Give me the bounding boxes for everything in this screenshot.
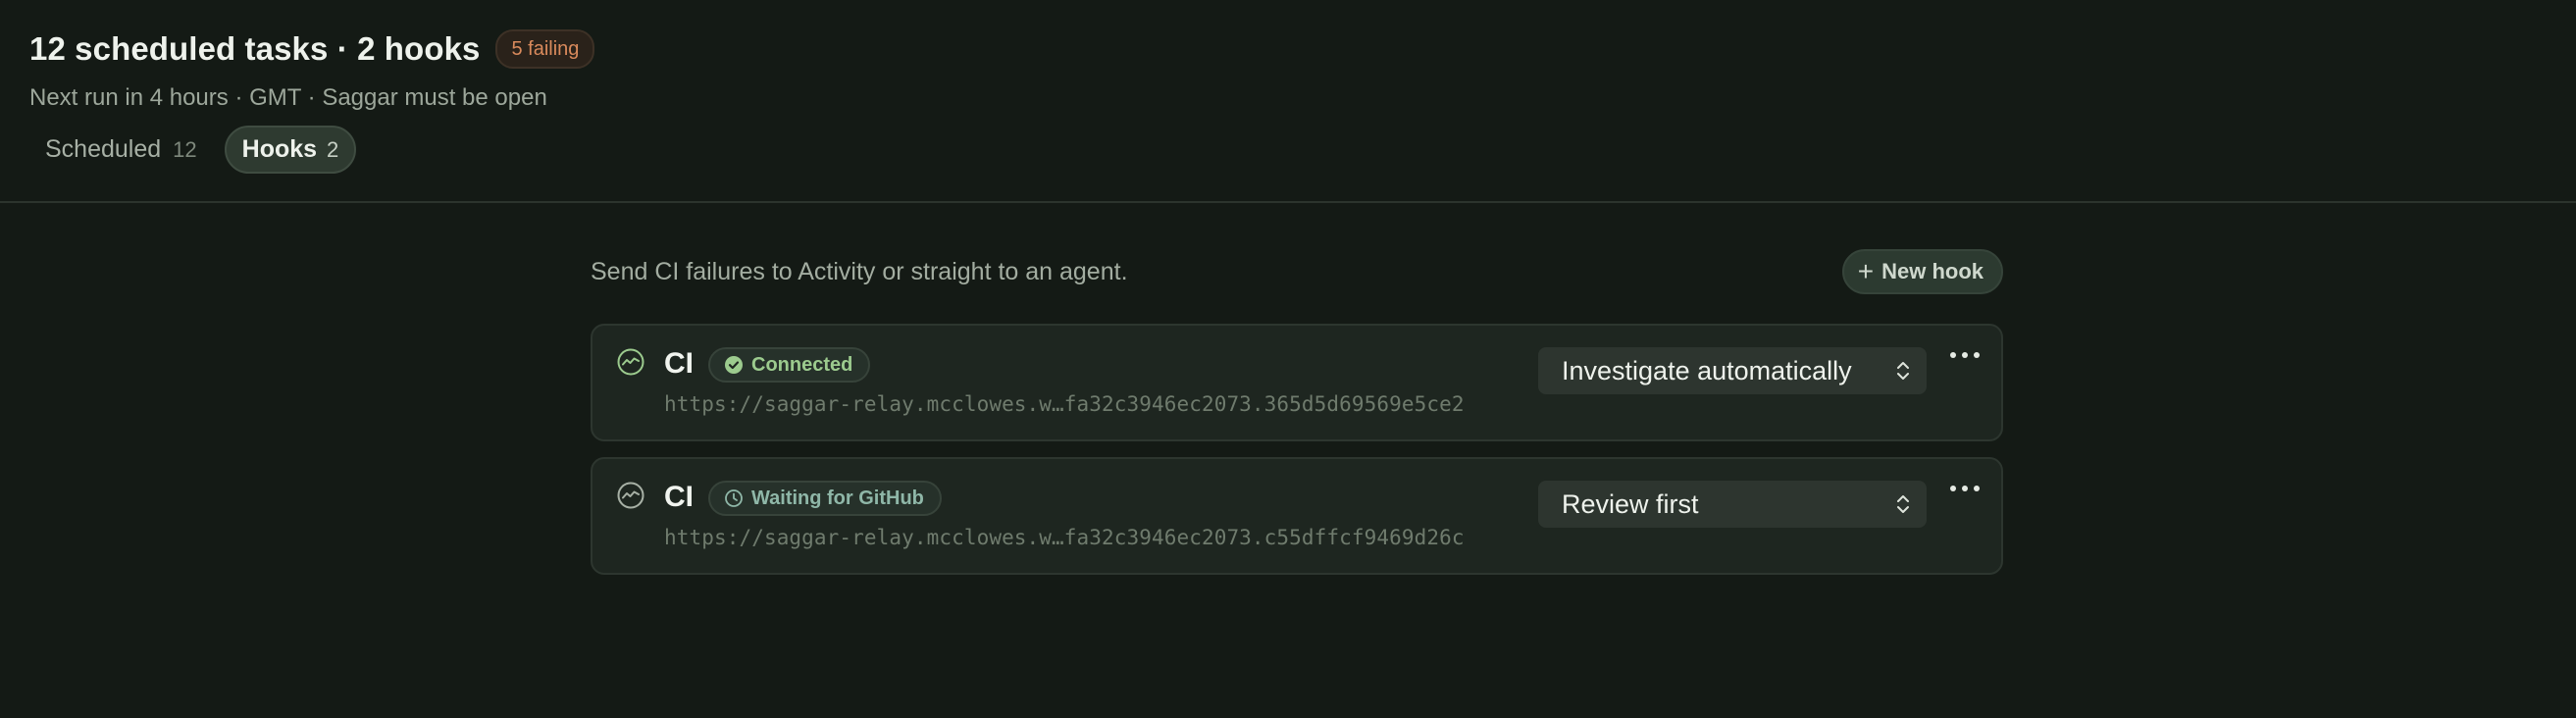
tab-label: Scheduled <box>45 135 162 163</box>
mode-select[interactable]: Review first <box>1538 481 1927 528</box>
chevron-up-down-icon <box>1897 362 1909 380</box>
mode-select[interactable]: Investigate automatically <box>1538 347 1927 394</box>
hooks-panel: Send CI failures to Activity or straight… <box>591 249 2003 575</box>
check-circle-icon <box>725 356 743 374</box>
header-divider <box>0 201 2576 203</box>
mode-select-value: Investigate automatically <box>1562 355 1852 385</box>
tab-count: 12 <box>173 136 197 162</box>
page-subtitle: Next run in 4 hours · GMT · Saggar must … <box>29 84 547 111</box>
status-label: Waiting for GitHub <box>751 487 924 509</box>
status-badge: Waiting for GitHub <box>708 481 942 516</box>
chevron-up-down-icon <box>1897 495 1909 513</box>
hook-name: CI <box>664 347 694 380</box>
hook-url[interactable]: https://saggar-relay.mcclowes.w…fa32c394… <box>664 392 1465 416</box>
hooks-description: Send CI failures to Activity or straight… <box>591 257 1128 285</box>
hook-url[interactable]: https://saggar-relay.mcclowes.w…fa32c394… <box>664 526 1465 549</box>
hook-name: CI <box>664 481 694 513</box>
tab-scheduled[interactable]: Scheduled 12 <box>27 126 215 174</box>
plus-icon: + <box>1857 256 1875 286</box>
tab-label: Hooks <box>241 135 318 163</box>
hook-card: CI Waiting for GitHub https://saggar-rel… <box>591 457 2003 575</box>
hooks-panel-header: Send CI failures to Activity or straight… <box>591 249 2003 294</box>
new-hook-button[interactable]: + New hook <box>1841 249 2003 294</box>
clock-icon <box>725 489 743 507</box>
hook-card: CI Connected https://saggar-relay.mcclow… <box>591 324 2003 441</box>
activity-pulse-icon <box>617 348 644 376</box>
new-hook-label: New hook <box>1881 259 1984 283</box>
page-title: 12 scheduled tasks · 2 hooks <box>29 30 481 67</box>
more-options-icon[interactable] <box>1948 345 1982 365</box>
more-options-icon[interactable] <box>1948 479 1982 498</box>
tab-bar: Scheduled 12 Hooks 2 <box>27 126 594 174</box>
mode-select-value: Review first <box>1562 488 1699 519</box>
tab-count: 2 <box>327 136 339 162</box>
tab-hooks[interactable]: Hooks 2 <box>224 126 357 174</box>
status-badge: Connected <box>708 347 871 383</box>
status-label: Connected <box>751 353 853 376</box>
title-row: 12 scheduled tasks · 2 hooks 5 failing <box>29 29 595 69</box>
failing-badge[interactable]: 5 failing <box>495 29 595 69</box>
activity-pulse-icon <box>617 482 644 509</box>
page-header: 12 scheduled tasks · 2 hooks 5 failing N… <box>27 29 595 174</box>
